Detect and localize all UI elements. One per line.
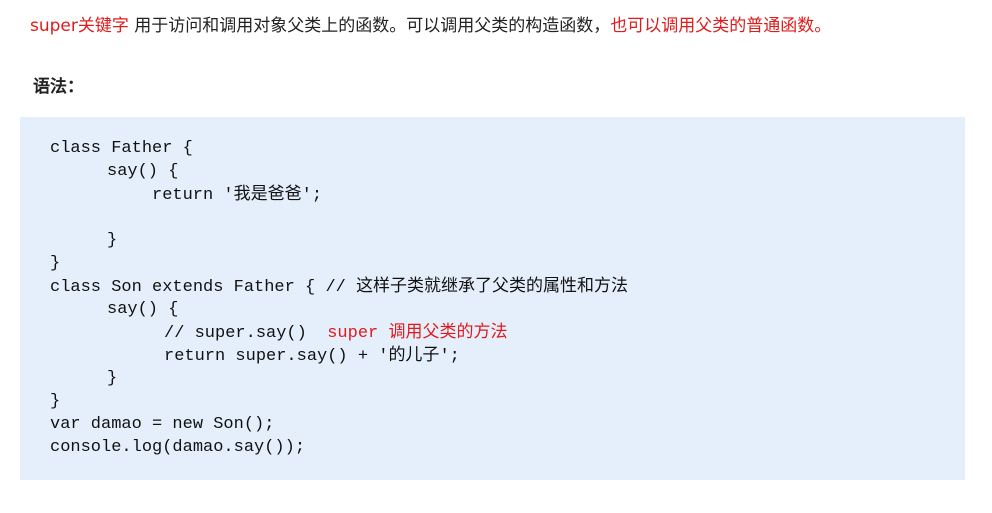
code-line-2: say() { [107,162,179,181]
code-line-1: class Father { [50,139,193,158]
code-line-7: say() { [107,300,179,319]
code-string-father: 我是爸爸 [233,184,302,204]
code-line-9: return super.say() + '的儿子'; [164,344,460,367]
code-line-6: class Son extends Father { // 这样子类就继承了父类… [50,275,628,298]
code-line-4: } [107,231,118,250]
intro-paragraph: super关键字 用于访问和调用对象父类上的函数。可以调用父类的构造函数，也可以… [30,13,831,39]
code-line-3: return '我是爸爸'; [152,183,322,206]
intro-highlight: 也可以调用父类的普通函数。 [610,16,832,36]
code-super-note-text: 调用父类的方法 [388,322,508,342]
code-line-5: } [50,254,61,273]
code-line-3-end: '; [301,186,323,205]
code-class-son: class Son extends Father { // [50,278,357,297]
syntax-heading: 语法： [33,77,84,97]
code-line-13: console.log(damao.say()); [50,438,306,457]
code-block: class Father { say() { return '我是爸爸'; } … [20,117,965,480]
code-line-8: // super.say() super 调用父类的方法 [164,321,507,344]
code-string-son: 的儿子 [388,345,440,365]
code-comment-inherit: 这样子类就继承了父类的属性和方法 [356,276,629,296]
intro-text: 用于访问和调用对象父类上的函数。可以调用父类的构造函数， [128,16,611,36]
code-return-super: return super.say() + ' [164,347,389,366]
super-keyword-label: super关键字 [30,16,129,36]
code-comment-super-say: // super.say() [164,324,307,343]
code-return-keyword: return ' [152,186,234,205]
code-line-11: } [50,392,61,411]
code-line-9-end: '; [439,347,460,366]
code-super-note-keyword: super [327,324,379,343]
code-line-10: } [107,369,118,388]
code-line-12: var damao = new Son(); [50,415,275,434]
